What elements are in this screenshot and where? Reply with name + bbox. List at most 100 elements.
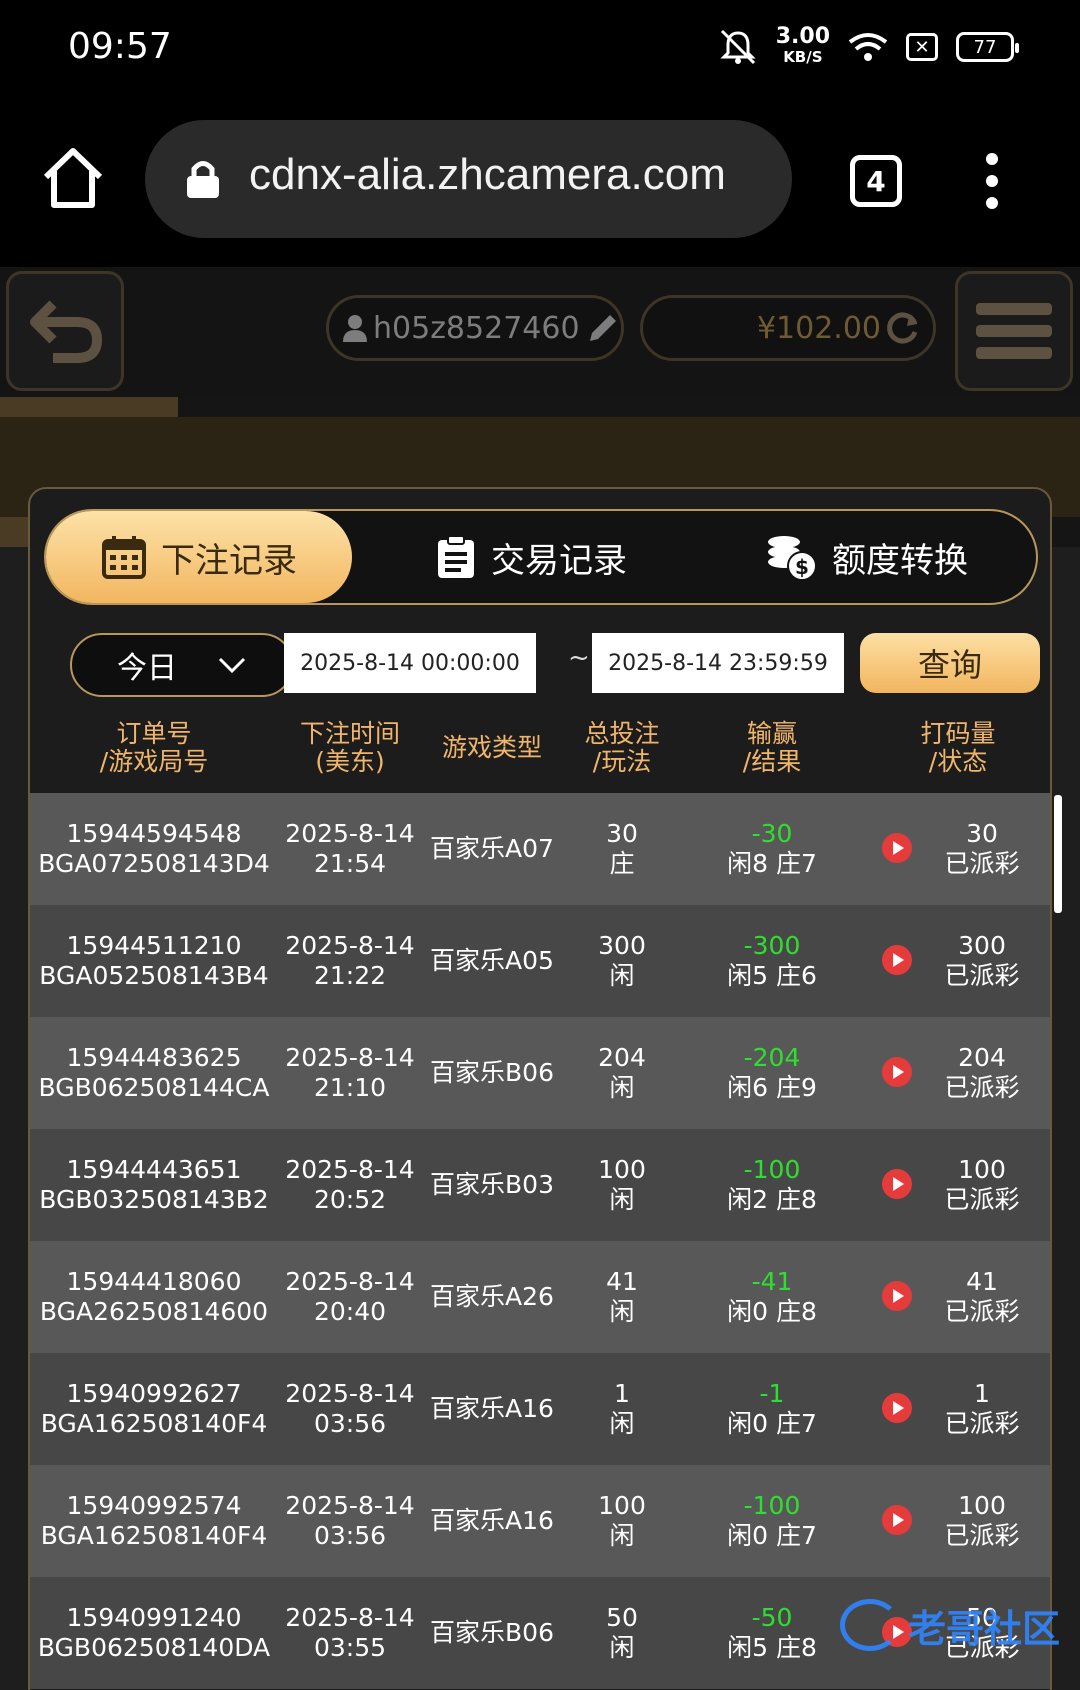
game-cell: 百家乐A05 — [430, 946, 554, 975]
start-datetime-input[interactable]: 2025-8-14 00:00:00 — [284, 633, 536, 693]
order-cell: 15940991240 BGB062508140DA — [37, 1603, 271, 1662]
edit-pencil-icon[interactable] — [586, 311, 620, 345]
order-cell: 15944443651 BGB032508143B2 — [39, 1155, 269, 1214]
time-cell: 2025-8-14 20:52 — [285, 1155, 415, 1214]
order-cell: 15944418060 BGA26250814600 — [39, 1267, 269, 1326]
order-cell: 15944511210 BGA052508143B4 — [39, 931, 269, 990]
mute-bell-icon — [720, 29, 756, 65]
balance-text: ¥102.00 — [756, 310, 881, 346]
app-page: h05z8527460 ¥102.00 下注记录 交易记录 $ 额度转换 今日 … — [0, 267, 1080, 1690]
tab-bet-records[interactable]: 下注记录 — [46, 511, 352, 603]
tab-switcher-button[interactable]: 4 — [850, 155, 902, 207]
table-header: 订单号/游戏局号 下注时间 (美东) 游戏类型 总投注/玩法 输赢/结果 打码量 /… — [30, 703, 1050, 793]
browser-toolbar: cdnx-alia.zhcamera.com 4 — [0, 95, 1080, 267]
period-select[interactable]: 今日 — [70, 633, 294, 697]
time-cell: 2025-8-14 21:22 — [285, 931, 415, 990]
table-row[interactable]: 15944594548 BGA072508143D4 2025-8-14 21:54… — [30, 793, 1050, 905]
game-cell: 百家乐A16 — [430, 1506, 554, 1535]
browser-menu-icon[interactable] — [984, 153, 1000, 209]
time-cell: 2025-8-14 03:56 — [285, 1491, 415, 1550]
records-tabs: 下注记录 交易记录 $ 额度转换 — [44, 509, 1038, 605]
end-datetime-input[interactable]: 2025-8-14 23:59:59 — [592, 633, 844, 693]
play-replay-icon[interactable] — [882, 1169, 912, 1199]
status-icons: 3.00 KB/S ✕ 77 — [718, 22, 1019, 72]
play-replay-icon[interactable] — [882, 833, 912, 863]
query-button[interactable]: 查询 — [860, 633, 1040, 693]
status-time: 09:57 — [68, 26, 172, 67]
home-icon[interactable] — [40, 145, 106, 211]
play-replay-icon[interactable] — [882, 945, 912, 975]
win-cell: -50 闲5 庄8 — [727, 1603, 817, 1662]
bet-cell: 100 闲 — [598, 1491, 646, 1550]
col-order-header: 订单号/游戏局号 — [99, 719, 209, 776]
table-row[interactable]: 15944418060 BGA26250814600 2025-8-14 20:40… — [30, 1241, 1050, 1353]
col-bet-header: 总投注/玩法 — [584, 719, 660, 776]
records-table-body: 15944594548 BGA072508143D4 2025-8-14 21:54… — [30, 793, 1050, 1689]
play-replay-icon[interactable] — [882, 1393, 912, 1423]
play-replay-icon[interactable] — [882, 1281, 912, 1311]
order-cell: 15944483625 BGB062508144CA — [38, 1043, 270, 1102]
no-sim-icon: ✕ — [906, 33, 938, 61]
win-cell: -30 闲8 庄7 — [727, 819, 817, 878]
col-time-header: 下注时间 (美东) — [299, 719, 400, 776]
play-replay-icon[interactable] — [882, 1057, 912, 1087]
battery-icon: 77 — [956, 32, 1019, 62]
url-text: cdnx-alia.zhcamera.com — [249, 150, 726, 199]
username-display: h05z8527460 — [326, 295, 624, 361]
table-row[interactable]: 15944511210 BGA052508143B4 2025-8-14 21:22… — [30, 905, 1050, 1017]
game-cell: 百家乐A07 — [430, 834, 554, 863]
hamburger-menu-button[interactable] — [955, 271, 1073, 391]
back-arrow-icon — [30, 300, 103, 363]
watermark-dragon-icon — [840, 1599, 900, 1651]
address-bar[interactable]: cdnx-alia.zhcamera.com — [145, 120, 792, 238]
game-cell: 百家乐A16 — [430, 1394, 554, 1423]
time-cell: 2025-8-14 21:10 — [285, 1043, 415, 1102]
col-valid-header: 打码量/状态 — [920, 719, 996, 776]
col-game-header: 游戏类型 — [441, 733, 542, 762]
valid-cell: 1 已派彩 — [944, 1379, 1020, 1438]
clipboard-icon — [438, 535, 474, 578]
time-cell: 2025-8-14 20:40 — [285, 1267, 415, 1326]
date-filter-bar: 今日 2025-8-14 00:00:00 ~ 2025-8-14 23:59:… — [30, 627, 1050, 703]
play-replay-icon[interactable] — [882, 1505, 912, 1535]
time-cell: 2025-8-14 21:54 — [285, 819, 415, 878]
records-modal: 下注记录 交易记录 $ 额度转换 今日 2025-8-14 00:00:00 ~… — [28, 487, 1052, 1690]
tab-bet-records-label: 下注记录 — [161, 540, 297, 581]
tab-transaction-records[interactable]: 交易记录 — [376, 511, 686, 603]
app-header: h05z8527460 ¥102.00 — [0, 267, 1080, 397]
tab-credit-transfer-label: 额度转换 — [832, 540, 968, 581]
valid-cell: 41 已派彩 — [944, 1267, 1020, 1326]
table-row[interactable]: 15944483625 BGB062508144CA 2025-8-14 21:10… — [30, 1017, 1050, 1129]
lock-icon — [187, 161, 219, 198]
back-button[interactable] — [6, 271, 124, 391]
scrollbar-thumb[interactable] — [1054, 795, 1062, 913]
coins-dollar-icon: $ — [768, 536, 817, 581]
bet-cell: 41 闲 — [606, 1267, 638, 1326]
col-win-header: 输赢/结果 — [742, 719, 802, 776]
bet-cell: 50 闲 — [606, 1603, 638, 1662]
table-row[interactable]: 15944443651 BGB032508143B2 2025-8-14 20:52… — [30, 1129, 1050, 1241]
refresh-icon[interactable] — [885, 310, 921, 346]
svg-text:$: $ — [795, 555, 809, 579]
time-cell: 2025-8-14 03:56 — [285, 1379, 415, 1438]
bet-cell: 300 闲 — [598, 931, 646, 990]
bet-cell: 30 庄 — [606, 819, 638, 878]
bet-cell: 204 闲 — [598, 1043, 646, 1102]
order-cell: 15944594548 BGA072508143D4 — [38, 819, 270, 878]
table-row[interactable]: 15940992627 BGA162508140F4 2025-8-14 03:56… — [30, 1353, 1050, 1465]
valid-cell: 204 已派彩 — [944, 1043, 1020, 1102]
calendar-icon — [102, 536, 146, 579]
valid-cell: 100 已派彩 — [944, 1491, 1020, 1550]
win-cell: -1 闲0 庄7 — [727, 1379, 817, 1438]
game-cell: 百家乐B06 — [430, 1618, 554, 1647]
chevron-down-icon — [218, 657, 246, 674]
user-icon — [343, 315, 367, 342]
game-cell: 百家乐B06 — [430, 1058, 554, 1087]
username-text: h05z8527460 — [373, 310, 580, 346]
bet-cell: 100 闲 — [598, 1155, 646, 1214]
tab-credit-transfer[interactable]: $ 额度转换 — [706, 511, 1026, 603]
win-cell: -204 闲6 庄9 — [727, 1043, 817, 1102]
table-row[interactable]: 15940992574 BGA162508140F4 2025-8-14 03:56… — [30, 1465, 1050, 1577]
network-speed: 3.00 KB/S — [775, 24, 830, 67]
valid-cell: 300 已派彩 — [944, 931, 1020, 990]
